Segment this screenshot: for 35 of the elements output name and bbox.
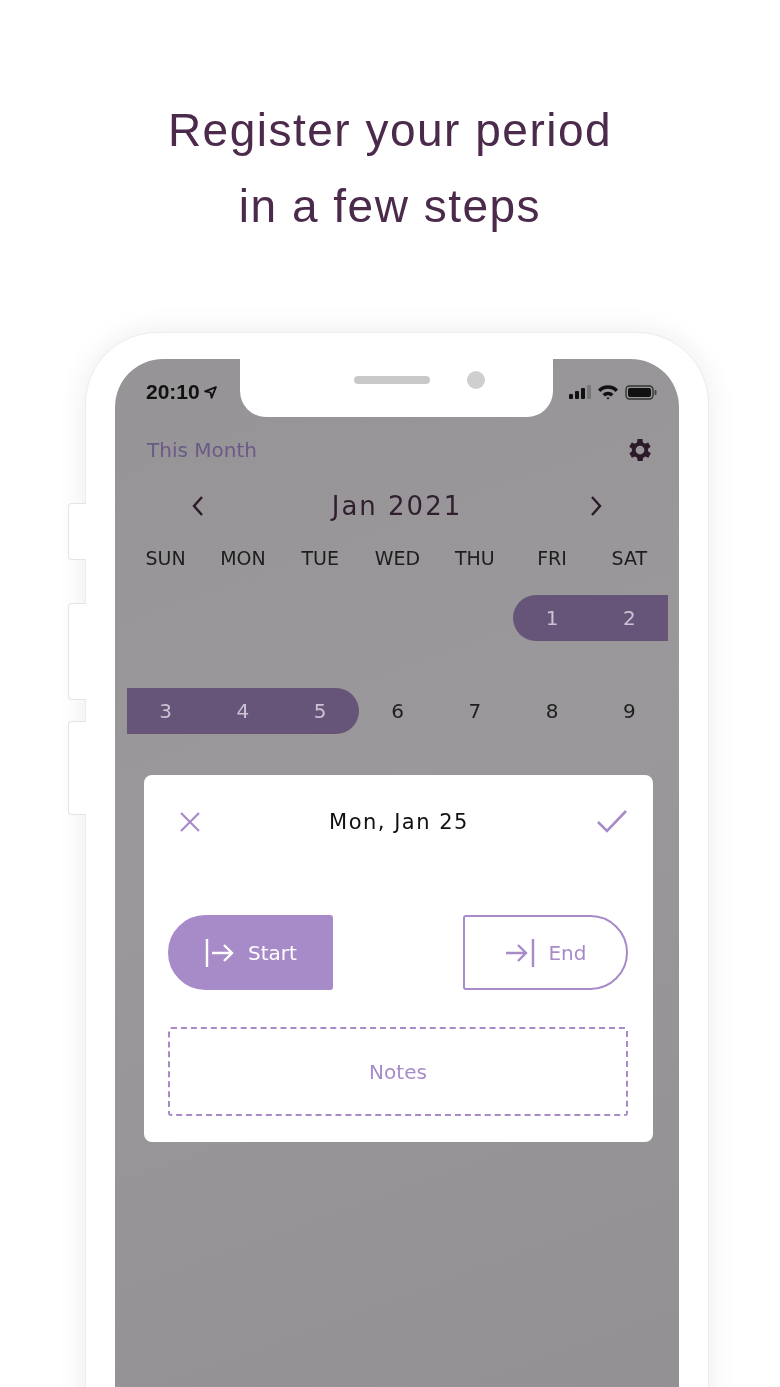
calendar-day[interactable]: 4	[204, 688, 282, 734]
calendar-day[interactable]: 7	[436, 688, 514, 734]
status-time: 20:10	[146, 380, 200, 404]
weekday-label: SUN	[144, 547, 187, 569]
next-month-icon[interactable]	[588, 494, 604, 518]
this-month-link[interactable]: This Month	[147, 438, 257, 462]
notes-field[interactable]: Notes	[168, 1027, 628, 1116]
calendar-day[interactable]: 6	[358, 688, 437, 734]
calendar-day[interactable]: 3	[127, 688, 205, 734]
calendar-day[interactable]: 1	[513, 595, 591, 641]
speaker-icon	[354, 376, 430, 384]
weekday-label: MON	[219, 547, 267, 569]
wifi-icon	[597, 384, 619, 400]
weekday-label: SAT	[610, 547, 649, 569]
signal-icon	[569, 385, 591, 399]
location-arrow-icon	[203, 385, 217, 399]
battery-icon	[625, 384, 657, 400]
camera-icon	[467, 371, 485, 389]
calendar-day[interactable]: 5	[281, 688, 359, 734]
weekday-label: TUE	[300, 547, 340, 569]
confirm-check-icon[interactable]	[596, 809, 628, 835]
end-button[interactable]: End	[463, 915, 628, 990]
calendar-day[interactable]: 9	[590, 688, 668, 734]
calendar-day[interactable]: 8	[513, 688, 591, 734]
calendar-day[interactable]: 2	[590, 595, 668, 641]
start-button[interactable]: Start	[168, 915, 333, 990]
weekday-label: THU	[453, 547, 496, 569]
month-title: Jan 2021	[331, 491, 463, 521]
weekday-label: WED	[373, 547, 422, 569]
close-icon[interactable]	[178, 810, 202, 834]
dialog-title: Mon, Jan 25	[329, 810, 469, 834]
end-arrow-icon	[504, 936, 537, 969]
weekday-label: FRI	[536, 547, 568, 569]
previous-month-icon[interactable]	[190, 494, 206, 518]
headline: Register your period in a few steps	[166, 103, 614, 234]
